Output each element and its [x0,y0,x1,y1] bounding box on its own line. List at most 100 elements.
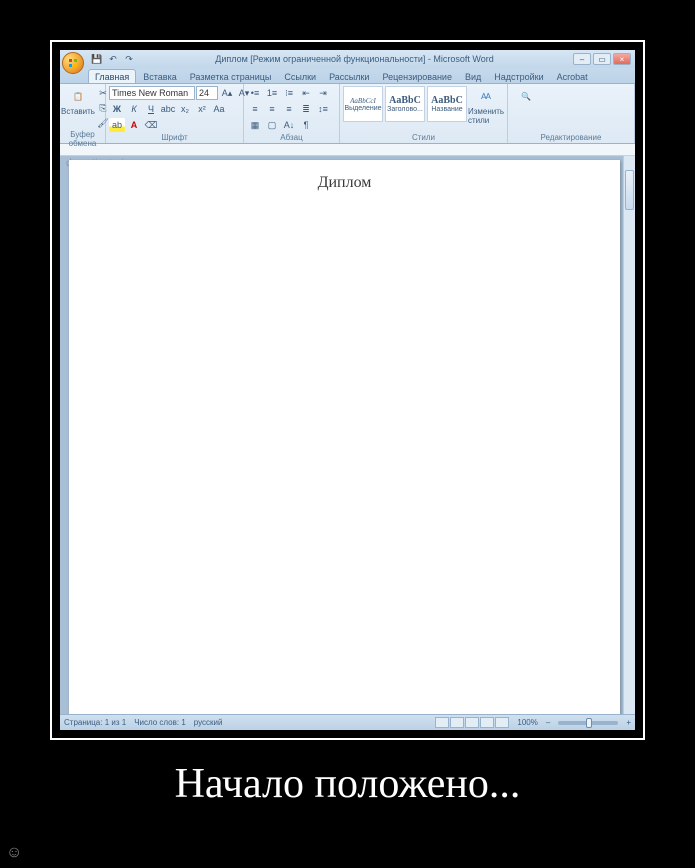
tab-view[interactable]: Вид [459,70,487,83]
bullets-icon[interactable]: •≡ [247,86,263,100]
view-outline[interactable] [480,717,494,728]
view-web-layout[interactable] [465,717,479,728]
group-editing-label: Редактирование [511,133,631,143]
font-name-combo[interactable]: Times New Roman [109,86,195,100]
underline-button[interactable]: Ч [143,102,159,116]
italic-button[interactable]: К [126,102,142,116]
clipboard-icon: 📋 [68,86,88,106]
multilevel-icon[interactable]: ⁝≡ [281,86,297,100]
group-clipboard: 📋 Вставить ✂ ⎘ 🖌 Буфер обмена [60,84,106,143]
document-content[interactable]: Диплом [69,160,620,192]
horizontal-ruler[interactable] [60,144,635,156]
tab-references[interactable]: Ссылки [278,70,322,83]
bold-button[interactable]: Ж [109,102,125,116]
style-preview: AaBbC [431,95,463,106]
paste-button[interactable]: 📋 Вставить [63,86,93,116]
demotivator-frame: 💾 ↶ ↷ Диплом [Режим ограниченной функцио… [50,40,645,740]
show-marks-icon[interactable]: ¶ [298,118,314,132]
subscript-button[interactable]: x₂ [177,102,193,116]
change-styles-label: Изменить стили [468,107,504,125]
decrease-indent-icon[interactable]: ⇤ [298,86,314,100]
save-icon[interactable]: 💾 [90,52,104,66]
window-title: Диплом [Режим ограниченной функционально… [140,54,569,64]
find-icon: 🔍 [516,86,536,106]
office-button[interactable] [62,52,84,74]
tab-mailings[interactable]: Рассылки [323,70,375,83]
strike-button[interactable]: abc [160,102,176,116]
grow-font-icon[interactable]: A▴ [219,86,235,100]
view-draft[interactable] [495,717,509,728]
title-bar: 💾 ↶ ↷ Диплом [Режим ограниченной функцио… [60,50,635,68]
style-name: Выделение [344,105,381,112]
corner-smiley-icon: ☺ [6,844,22,862]
ribbon-tabs: Главная Вставка Разметка страницы Ссылки… [60,68,635,84]
sort-icon[interactable]: A↓ [281,118,297,132]
font-color-button[interactable]: A [126,118,142,132]
group-paragraph-label: Абзац [247,133,336,143]
change-styles-icon: Ꜳ [476,86,496,106]
demotivator-caption: Начало положено... [0,760,695,808]
group-styles-label: Стили [343,133,504,143]
status-words[interactable]: Число слов: 1 [134,718,186,727]
line-spacing-icon[interactable]: ↕≡ [315,102,331,116]
change-styles-button[interactable]: Ꜳ Изменить стили [469,86,503,125]
superscript-button[interactable]: x² [194,102,210,116]
paste-label: Вставить [61,107,95,116]
shading-icon[interactable]: ▦ [247,118,263,132]
zoom-slider[interactable] [558,721,618,725]
minimize-button[interactable]: – [573,53,591,65]
view-full-screen[interactable] [450,717,464,728]
style-emphasis[interactable]: AaBbCcI Выделение [343,86,383,122]
group-font: Times New Roman 24 A▴ A▾ Ж К Ч abc x₂ x²… [106,84,244,143]
tab-review[interactable]: Рецензирование [376,70,458,83]
document-page[interactable]: Диплом [69,160,620,714]
group-styles: AaBbCcI Выделение AaBbC Заголово... AaBb… [340,84,508,143]
align-center-icon[interactable]: ≡ [264,102,280,116]
clear-formatting-icon[interactable]: ⌫ [143,118,159,132]
view-buttons [435,717,509,728]
style-preview: AaBbC [389,95,421,106]
zoom-in-icon[interactable]: + [626,718,631,727]
highlight-color-button[interactable]: ab [109,118,125,132]
borders-icon[interactable]: ▢ [264,118,280,132]
zoom-slider-thumb[interactable] [586,718,592,728]
tab-acrobat[interactable]: Acrobat [551,70,594,83]
scroll-thumb[interactable] [625,170,634,210]
redo-icon[interactable]: ↷ [122,52,136,66]
numbering-icon[interactable]: 1≡ [264,86,280,100]
vertical-scrollbar[interactable] [623,156,635,714]
style-name: Заголово... [387,106,423,113]
tab-insert[interactable]: Вставка [137,70,182,83]
word-window: 💾 ↶ ↷ Диплом [Режим ограниченной функцио… [60,50,635,730]
zoom-level[interactable]: 100% [517,718,537,727]
group-editing: 🔍 Редактирование [508,84,635,143]
quick-access-toolbar: 💾 ↶ ↷ [90,52,136,66]
undo-icon[interactable]: ↶ [106,52,120,66]
editing-button[interactable]: 🔍 [511,86,541,106]
close-button[interactable]: × [613,53,631,65]
style-heading[interactable]: AaBbC Заголово... [385,86,425,122]
tab-page-layout[interactable]: Разметка страницы [184,70,278,83]
align-left-icon[interactable]: ≡ [247,102,263,116]
tab-home[interactable]: Главная [88,69,136,83]
status-bar: Страница: 1 из 1 Число слов: 1 русский 1… [60,714,635,730]
status-page[interactable]: Страница: 1 из 1 [64,718,126,727]
tab-addins[interactable]: Надстройки [488,70,549,83]
align-right-icon[interactable]: ≡ [281,102,297,116]
zoom-out-icon[interactable]: – [546,718,550,727]
group-font-label: Шрифт [109,133,240,143]
font-size-combo[interactable]: 24 [196,86,218,100]
change-case-button[interactable]: Aa [211,102,227,116]
ribbon: 📋 Вставить ✂ ⎘ 🖌 Буфер обмена Times New … [60,84,635,144]
style-name: Название [431,106,462,113]
status-language[interactable]: русский [194,718,223,727]
justify-icon[interactable]: ≣ [298,102,314,116]
style-preview: AaBbCcI [350,97,376,105]
group-paragraph: •≡ 1≡ ⁝≡ ⇤ ⇥ ≡ ≡ ≡ ≣ ↕≡ ▦ [244,84,340,143]
increase-indent-icon[interactable]: ⇥ [315,86,331,100]
document-area: demotivatorium.ru Диплом [60,156,635,714]
view-print-layout[interactable] [435,717,449,728]
maximize-button[interactable]: ▭ [593,53,611,65]
style-title[interactable]: AaBbC Название [427,86,467,122]
group-clipboard-label: Буфер обмена [63,130,102,149]
